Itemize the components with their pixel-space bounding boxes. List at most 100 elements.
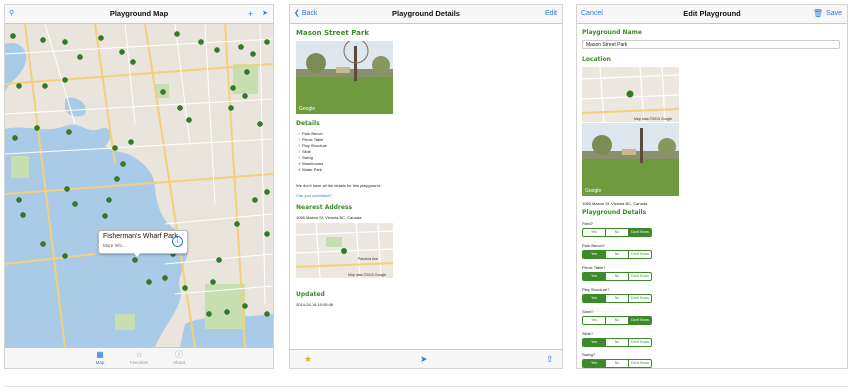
address-text: 1065 Mason St, Victoria BC, Canada <box>582 201 648 206</box>
edit-button[interactable]: Edit <box>545 5 557 23</box>
playground-map[interactable]: Fisherman's Wharf Park More Info... i <box>5 24 273 347</box>
map-canvas <box>5 24 273 347</box>
location-photo-image <box>582 123 679 196</box>
page-title: Playground Details <box>392 9 460 18</box>
name-heading: Playground Name <box>582 29 642 36</box>
play-structure-segmented-control[interactable]: Yes No Don't Know <box>582 294 652 303</box>
map-callout[interactable]: Fisherman's Wharf Park More Info... i <box>98 230 188 254</box>
map-credit: Map data ©2015 Google <box>348 273 387 277</box>
details-item: × Park Bench <box>298 131 323 136</box>
details-screen: ❮ Back Playground Details Edit Mason Str… <box>289 4 563 369</box>
park-bench-segmented-control[interactable]: Yes No Don't Know <box>582 250 652 259</box>
segment-yes[interactable]: Yes <box>583 273 605 280</box>
segment-no[interactable]: No <box>605 317 628 324</box>
segment-dont-know[interactable]: Don't Know <box>628 273 651 280</box>
missing-details-text: We don't have all the details for this p… <box>296 183 381 188</box>
question-label: Slide? <box>582 331 594 336</box>
segment-yes[interactable]: Yes <box>583 360 605 367</box>
segment-yes[interactable]: Yes <box>583 229 605 236</box>
address-map[interactable]: Pandora Ave Map data ©2015 Google <box>296 223 393 278</box>
details-item: ? Slide <box>298 149 311 154</box>
segment-yes[interactable]: Yes <box>583 295 605 302</box>
segment-dont-know[interactable]: Don't Know <box>628 295 651 302</box>
map-icon: ▦ <box>96 350 104 359</box>
park-photo-image <box>296 41 393 114</box>
details-item: ✔Water Park <box>298 167 322 172</box>
contribute-link[interactable]: Can you contribute? <box>296 193 332 198</box>
updated-heading: Updated <box>296 291 325 298</box>
question-label: Park Bench? <box>582 243 605 248</box>
segment-no[interactable]: No <box>605 339 628 346</box>
segment-dont-know[interactable]: Don't Know <box>628 229 651 236</box>
question-label: Field? <box>582 221 593 226</box>
info-icon[interactable]: i <box>172 236 183 247</box>
details-item: ✔Washrooms <box>298 161 324 166</box>
segment-dont-know[interactable]: Don't Know <box>628 251 651 258</box>
segment-no[interactable]: No <box>605 295 628 302</box>
map-credit: Map data ©2015 Google <box>634 117 673 121</box>
question-label: Picnic Table? <box>582 265 606 270</box>
segment-no[interactable]: No <box>605 251 628 258</box>
bottom-divider <box>4 386 848 387</box>
details-heading: Playground Details <box>582 209 647 216</box>
page-title: Playground Map <box>109 9 169 18</box>
field-segmented-control[interactable]: Yes No Don't Know <box>582 228 652 237</box>
address-heading: Nearest Address <box>296 204 353 211</box>
location-map-canvas <box>582 67 679 122</box>
star-icon: ☆ <box>135 350 143 359</box>
google-logo: Google <box>585 188 602 194</box>
tab-favorites-label: Favorites <box>129 360 149 365</box>
info-circle-icon: ⓘ <box>175 350 183 359</box>
location-photo[interactable]: Google <box>582 123 679 196</box>
callout-title: Fisherman's Wharf Park <box>103 233 178 240</box>
tab-map[interactable]: ▦ Map <box>80 350 120 365</box>
map-navbar: ⚲ Playground Map + ➤ <box>5 5 273 24</box>
details-item: ? Picnic Table <box>298 137 324 142</box>
segment-yes[interactable]: Yes <box>583 251 605 258</box>
tab-bar: ▦ Map ☆ Favorites ⓘ About <box>5 347 273 368</box>
edit-screen: Cancel Edit Playground 🗑 Save Playground… <box>576 4 848 369</box>
park-photo[interactable]: Google <box>296 41 393 114</box>
map-screen: ⚲ Playground Map + ➤ Fisherman's Wharf P… <box>4 4 274 369</box>
slide-segmented-control[interactable]: Yes No Don't Know <box>582 338 652 347</box>
add-icon[interactable]: + <box>248 5 253 23</box>
share-icon[interactable]: ⇧ <box>546 354 554 365</box>
tab-favorites[interactable]: ☆ Favorites <box>119 350 159 365</box>
details-item: ? Swing <box>298 155 313 160</box>
details-heading: Details <box>296 120 320 127</box>
details-toolbar: ★ ➤ ⇧ <box>290 349 562 368</box>
question-label: Swing? <box>582 352 596 357</box>
location-arrow-icon[interactable]: ➤ <box>262 5 268 23</box>
address-text: 1065 Mason St, Victoria BC, Canada <box>296 215 362 220</box>
callout-tip <box>133 252 141 257</box>
tab-map-label: Map <box>95 360 105 365</box>
park-name: Mason Street Park <box>296 29 369 37</box>
address-map-canvas <box>296 223 393 278</box>
segment-no[interactable]: No <box>605 360 628 367</box>
page-title: Edit Playground <box>683 9 741 18</box>
google-logo: Google <box>299 106 316 112</box>
edit-navbar: Cancel Edit Playground 🗑 Save <box>577 5 847 24</box>
map-street-label: Pandora Ave <box>358 257 378 261</box>
callout-more-info[interactable]: More Info... <box>103 243 126 248</box>
playground-name-field[interactable]: Mason Street Park <box>582 40 840 49</box>
details-item: ? Play Structure <box>298 143 328 148</box>
picnic-table-segmented-control[interactable]: Yes No Don't Know <box>582 272 652 281</box>
segment-dont-know[interactable]: Don't Know <box>628 317 651 324</box>
location-heading: Location <box>582 56 611 63</box>
segment-no[interactable]: No <box>605 229 628 236</box>
segment-dont-know[interactable]: Don't Know <box>628 360 651 367</box>
favorite-star-icon[interactable]: ★ <box>304 354 312 365</box>
directions-icon[interactable]: ➤ <box>420 354 428 365</box>
save-button[interactable]: Save <box>826 5 842 23</box>
location-map[interactable]: Map data ©2015 Google <box>582 67 679 122</box>
trash-icon[interactable]: 🗑 <box>813 5 823 23</box>
question-label: Sand? <box>582 309 594 314</box>
segment-no[interactable]: No <box>605 273 628 280</box>
sand-segmented-control[interactable]: Yes No Don't Know <box>582 316 652 325</box>
segment-yes[interactable]: Yes <box>583 317 605 324</box>
segment-yes[interactable]: Yes <box>583 339 605 346</box>
segment-dont-know[interactable]: Don't Know <box>628 339 651 346</box>
tab-about[interactable]: ⓘ About <box>159 350 199 365</box>
swing-segmented-control[interactable]: Yes No Don't Know <box>582 359 652 368</box>
